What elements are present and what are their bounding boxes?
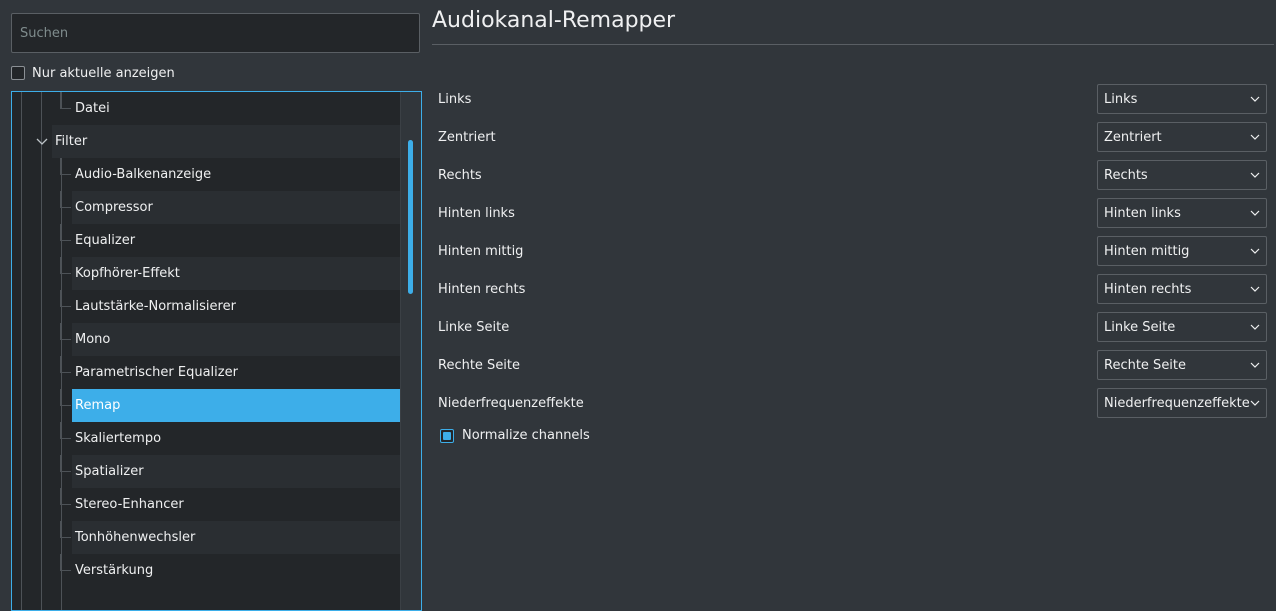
tree-item-filter-child[interactable]: Skaliertempo — [60, 422, 400, 455]
channel-select-value: Links — [1104, 91, 1138, 107]
tree-branch-line — [60, 290, 71, 307]
channel-select[interactable]: Rechts — [1097, 160, 1267, 190]
tree-item-label: Verstärkung — [75, 563, 154, 578]
normalize-channels-checkbox[interactable] — [440, 428, 454, 443]
chevron-down-icon — [1250, 96, 1260, 102]
tree-branch-line — [60, 521, 71, 538]
channel-select-value: Hinten rechts — [1104, 281, 1192, 297]
channel-label: Hinten mittig — [438, 243, 524, 259]
tree-branch-line — [60, 191, 71, 208]
chevron-down-icon — [1250, 286, 1260, 292]
chevron-down-icon — [1250, 324, 1260, 330]
tree-branch-line — [60, 92, 71, 109]
scrollbar-thumb[interactable] — [408, 140, 413, 294]
tree-item-filter-child[interactable]: Mono — [60, 323, 400, 356]
current-only-toggle[interactable]: Nur aktuelle anzeigen — [11, 64, 175, 82]
channel-select-value: Rechte Seite — [1104, 357, 1187, 373]
chevron-down-icon — [1250, 362, 1260, 368]
chevron-down-icon[interactable] — [36, 136, 48, 148]
tree-item-datei[interactable]: Datei — [60, 92, 400, 125]
channel-select-value: Zentriert — [1104, 129, 1162, 145]
channel-label: Hinten rechts — [438, 281, 526, 297]
channel-select[interactable]: Hinten rechts — [1097, 274, 1267, 304]
channel-select-value: Hinten links — [1104, 205, 1181, 221]
channel-select[interactable]: Hinten links — [1097, 198, 1267, 228]
tree-item-filter-child[interactable]: Stereo-Enhancer — [60, 488, 400, 521]
normalize-channels-label: Normalize channels — [462, 428, 590, 443]
tree-item-label: Compressor — [75, 200, 153, 215]
tree-item-label: Lautstärke-Normalisierer — [75, 299, 236, 314]
tree-item-filter-child[interactable]: Tonhöhenwechsler — [60, 521, 400, 554]
tree-item-filter-child[interactable]: Equalizer — [60, 224, 400, 257]
channel-label: Links — [438, 91, 472, 107]
tree-branch-line — [60, 356, 71, 373]
tree-item-filter-child[interactable]: Parametrischer Equalizer — [60, 356, 400, 389]
channel-label: Zentriert — [438, 129, 496, 145]
page-title: Audiokanal-Remapper — [432, 8, 676, 33]
channel-label: Niederfrequenzeffekte — [438, 395, 584, 411]
chevron-down-icon — [1250, 248, 1260, 254]
tree-item-label: Spatializer — [75, 464, 144, 479]
search-input[interactable] — [12, 14, 419, 52]
tree-item-label: Filter — [55, 134, 88, 149]
channel-select-value: Linke Seite — [1104, 319, 1176, 335]
channel-select[interactable]: Linke Seite — [1097, 312, 1267, 342]
tree-branch-line — [60, 554, 71, 571]
tree-item-label: Remap — [75, 398, 121, 413]
chevron-down-icon — [1250, 172, 1260, 178]
tree-branch-line — [60, 323, 71, 340]
tree-branch-line — [60, 158, 71, 175]
search-box[interactable] — [11, 13, 420, 53]
channel-select-value: Niederfrequenzeffekte — [1104, 395, 1250, 411]
tree-branch-line — [60, 224, 71, 241]
tree-item-label: Audio-Balkenanzeige — [75, 167, 212, 182]
tree-item-label: Mono — [75, 332, 111, 347]
tree-branch-line — [60, 257, 71, 274]
title-divider — [432, 44, 1274, 45]
tree-item-filter-child[interactable]: Audio-Balkenanzeige — [60, 158, 400, 191]
tree-item-label: Parametrischer Equalizer — [75, 365, 238, 380]
channel-select[interactable]: Hinten mittig — [1097, 236, 1267, 266]
channel-label: Rechts — [438, 167, 482, 183]
channel-label: Rechte Seite — [438, 357, 521, 373]
current-only-label: Nur aktuelle anzeigen — [32, 65, 175, 81]
chevron-down-icon — [1250, 400, 1260, 406]
tree-item-label: Skaliertempo — [75, 431, 162, 446]
settings-tree[interactable]: Datei Filter Audio-Balkenanzeige Compress… — [11, 91, 422, 611]
tree-item-filter-child[interactable]: Remap — [60, 389, 400, 422]
channel-select[interactable]: Niederfrequenzeffekte — [1097, 388, 1267, 418]
tree-item-label: Kopfhörer-Effekt — [75, 266, 180, 281]
tree-item-label: Datei — [75, 101, 110, 116]
tree-item-label: Equalizer — [75, 233, 136, 248]
tree-branch-line — [60, 422, 71, 439]
tree-item-filter-child[interactable]: Kopfhörer-Effekt — [60, 257, 400, 290]
channel-select-value: Rechts — [1104, 167, 1148, 183]
channel-label: Linke Seite — [438, 319, 510, 335]
normalize-channels-toggle[interactable]: Normalize channels — [440, 428, 590, 443]
tree-item-filter[interactable]: Filter — [36, 125, 400, 158]
tree-branch-line — [60, 389, 71, 406]
tree-item-label: Stereo-Enhancer — [75, 497, 184, 512]
current-only-checkbox[interactable] — [11, 66, 25, 80]
channel-select-value: Hinten mittig — [1104, 243, 1190, 259]
chevron-down-icon — [1250, 134, 1260, 140]
channel-select[interactable]: Zentriert — [1097, 122, 1267, 152]
channel-select[interactable]: Links — [1097, 84, 1267, 114]
channel-select[interactable]: Rechte Seite — [1097, 350, 1267, 380]
tree-item-filter-child[interactable]: Lautstärke-Normalisierer — [60, 290, 400, 323]
tree-item-filter-child[interactable]: Spatializer — [60, 455, 400, 488]
chevron-down-icon — [1250, 210, 1260, 216]
tree-guide-line — [21, 92, 22, 610]
tree-branch-line — [60, 488, 71, 505]
tree-item-label: Tonhöhenwechsler — [75, 530, 196, 545]
tree-branch-line — [60, 455, 71, 472]
tree-item-filter-child[interactable]: Compressor — [60, 191, 400, 224]
tree-item-filter-child[interactable]: Verstärkung — [60, 554, 400, 587]
channel-label: Hinten links — [438, 205, 515, 221]
tree-guide-line — [41, 92, 42, 610]
